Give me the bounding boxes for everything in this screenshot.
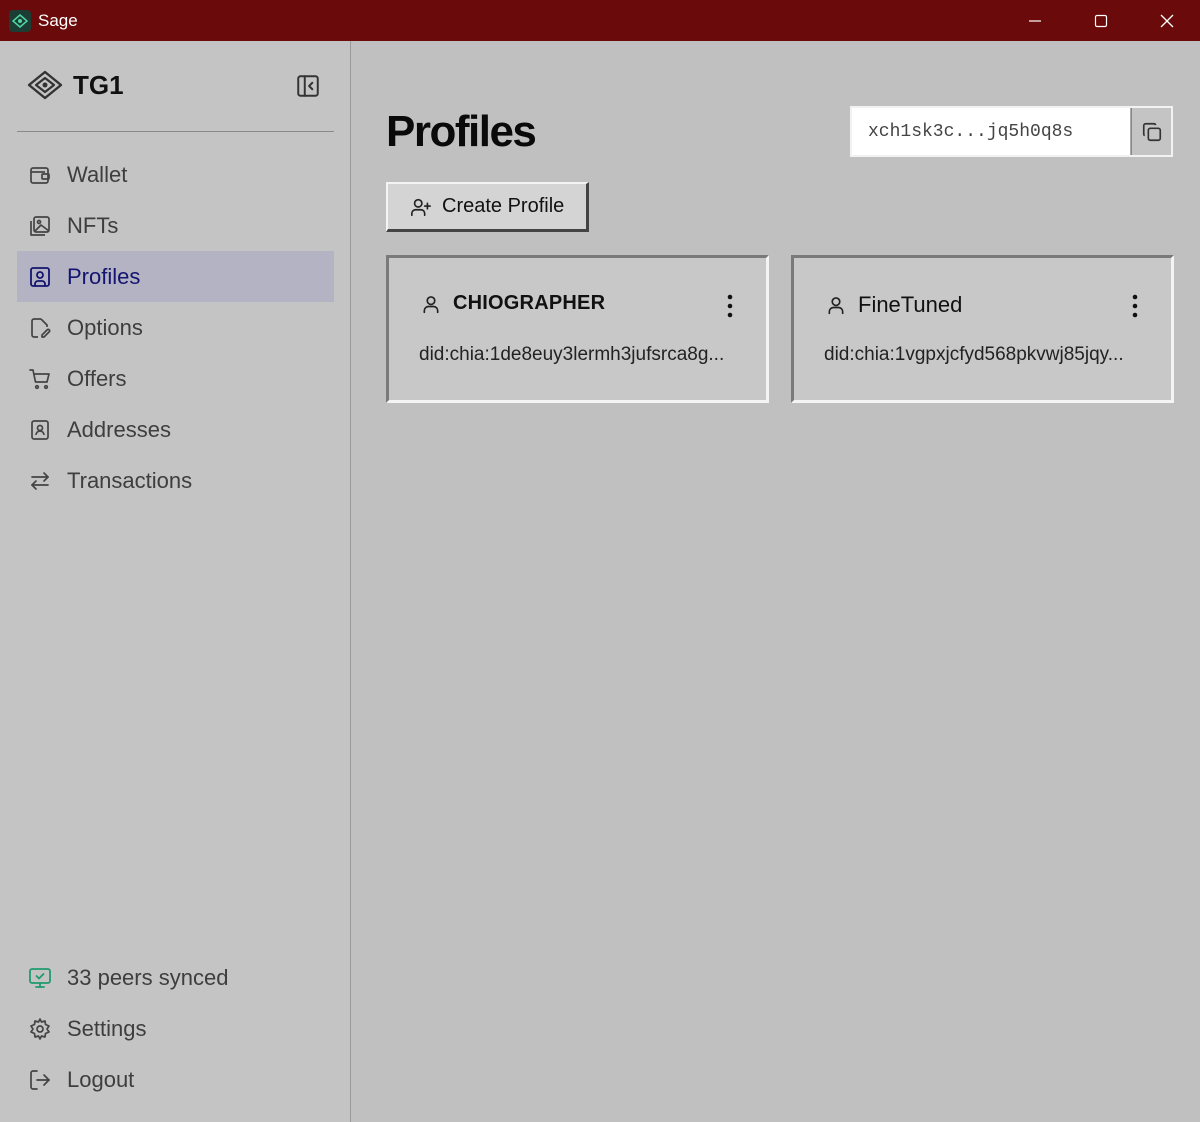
close-icon (1160, 14, 1174, 27)
sidebar-divider (17, 131, 334, 132)
sidebar-item-offers[interactable]: Offers (17, 353, 334, 404)
minimize-icon (1029, 19, 1041, 22)
sage-app-icon (9, 9, 31, 32)
sidebar-item-wallet[interactable]: Wallet (17, 149, 334, 200)
sidebar-item-profiles[interactable]: Profiles (17, 251, 334, 302)
user-square-icon (27, 264, 53, 290)
sidebar-item-settings[interactable]: Settings (17, 1003, 334, 1054)
contact-book-icon (27, 417, 53, 443)
sage-logo-icon (27, 70, 63, 100)
profile-name: FineTuned (858, 292, 963, 317)
panel-left-close-icon (297, 75, 319, 97)
profile-did: did:chia:1vgpxjcfyd568pkvwj85jqy... (824, 344, 1124, 365)
wallet-name: TG1 (73, 69, 124, 100)
maximize-button[interactable] (1068, 0, 1134, 41)
cart-icon (27, 366, 53, 392)
more-vertical-icon (727, 294, 733, 318)
wallet-icon (27, 162, 53, 188)
sync-status-label: 33 peers synced (67, 964, 229, 990)
window-title: Sage (38, 10, 78, 30)
sidebar-item-label: Offers (67, 365, 127, 391)
sidebar-item-options[interactable]: Options (17, 302, 334, 353)
sidebar: TG1 Wallet NFTs Profiles Options Offers … (0, 41, 351, 1122)
sidebar-item-label: Transactions (67, 467, 193, 493)
receive-address-box: xch1sk3c...jq5h0q8s (850, 106, 1173, 157)
user-plus-icon (410, 196, 432, 218)
profile-name: CHIOGRAPHER (453, 292, 606, 314)
maximize-icon (1094, 14, 1108, 27)
sidebar-item-nfts[interactable]: NFTs (17, 200, 334, 251)
file-pen-icon (27, 315, 53, 341)
main-content: Profiles xch1sk3c...jq5h0q8s Create Prof… (352, 41, 1200, 1122)
sidebar-item-label: NFTs (67, 212, 119, 238)
sidebar-item-label: Profiles (67, 263, 141, 289)
profile-card[interactable]: FineTuned did:chia:1vgpxjcfyd568pkvwj85j… (791, 255, 1174, 403)
profile-menu-button[interactable] (1125, 292, 1145, 320)
sync-status[interactable]: 33 peers synced (17, 952, 334, 1003)
more-vertical-icon (1132, 294, 1138, 318)
sidebar-nav: Wallet NFTs Profiles Options Offers Addr… (17, 149, 334, 506)
arrows-swap-icon (27, 468, 53, 494)
logout-icon (27, 1067, 53, 1093)
gear-icon (27, 1016, 53, 1042)
create-profile-button[interactable]: Create Profile (386, 182, 589, 232)
sidebar-item-label: Wallet (67, 161, 128, 187)
profile-card[interactable]: CHIOGRAPHER did:chia:1de8euy3lermh3jufsr… (386, 255, 769, 403)
page-title: Profiles (386, 107, 537, 156)
profile-did: did:chia:1de8euy3lermh3jufsrca8g... (419, 344, 725, 365)
profile-menu-button[interactable] (720, 292, 740, 320)
sidebar-item-addresses[interactable]: Addresses (17, 404, 334, 455)
sidebar-item-transactions[interactable]: Transactions (17, 455, 334, 506)
sidebar-item-label: Logout (67, 1066, 135, 1092)
monitor-check-icon (27, 965, 53, 991)
window-titlebar: Sage (0, 0, 1200, 41)
sidebar-item-label: Options (67, 314, 143, 340)
minimize-button[interactable] (1002, 0, 1068, 41)
collapse-sidebar-button[interactable] (294, 72, 322, 100)
sidebar-item-label: Addresses (67, 416, 171, 442)
close-button[interactable] (1134, 0, 1200, 41)
user-icon (828, 297, 844, 315)
sidebar-footer: 33 peers synced Settings Logout (17, 952, 334, 1105)
receive-address[interactable]: xch1sk3c...jq5h0q8s (852, 108, 1131, 155)
brand: TG1 (27, 69, 124, 101)
images-icon (27, 213, 53, 239)
copy-address-button[interactable] (1131, 108, 1171, 155)
user-icon (423, 295, 439, 313)
create-profile-label: Create Profile (442, 195, 565, 217)
sidebar-item-label: Settings (67, 1015, 147, 1041)
copy-icon (1142, 122, 1161, 141)
sidebar-item-logout[interactable]: Logout (17, 1054, 334, 1105)
